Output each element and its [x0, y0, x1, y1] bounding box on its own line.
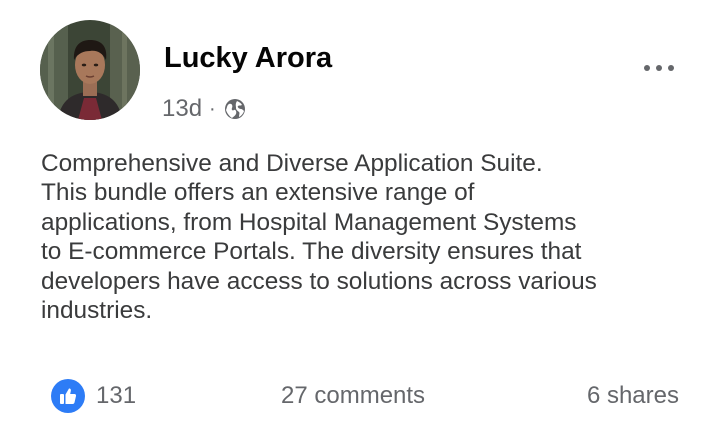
post-footer: 131 27 comments 6 shares — [0, 378, 720, 414]
post-text-line: This bundle offers an extensive range of — [41, 179, 475, 207]
post-text-line: Comprehensive and Diverse Application Su… — [41, 150, 543, 177]
globe-icon[interactable] — [224, 98, 246, 120]
reaction-count[interactable]: 131 — [96, 381, 136, 411]
post-card: Lucky Arora 13d · Comprehensive and Dive… — [0, 0, 720, 437]
shares-count-link[interactable]: 6 shares — [587, 381, 679, 411]
meta-separator: · — [209, 97, 216, 120]
post-time[interactable]: 13d — [162, 95, 202, 123]
post-text-line: industries. — [41, 297, 153, 325]
like-icon[interactable] — [51, 379, 85, 413]
more-options-icon — [644, 65, 650, 71]
post-text-line: developers have access to solutions acro… — [41, 267, 597, 295]
author-avatar[interactable] — [40, 20, 140, 120]
post-meta: 13d · — [162, 95, 246, 123]
comments-count-link[interactable]: 27 comments — [281, 381, 425, 411]
author-name[interactable]: Lucky Arora — [164, 40, 332, 76]
post-text-line: to E-commerce Portals. The diversity ens… — [41, 238, 582, 266]
avatar-photo — [40, 20, 140, 120]
more-options-button[interactable] — [644, 58, 674, 78]
post-text-line: applications, from Hospital Management S… — [41, 208, 577, 236]
post-text: Comprehensive and Diverse Application Su… — [41, 149, 691, 325]
